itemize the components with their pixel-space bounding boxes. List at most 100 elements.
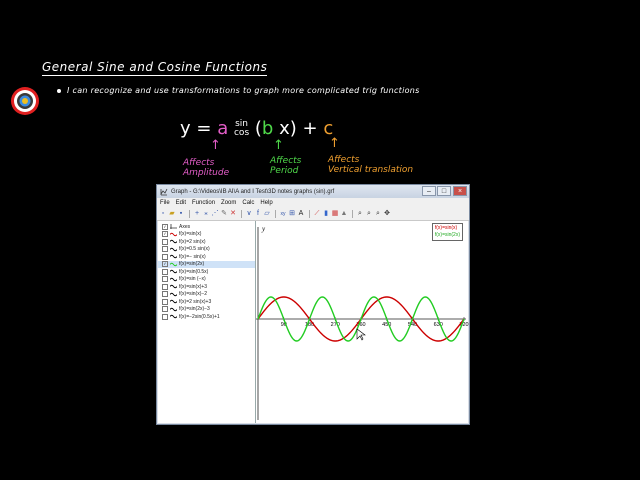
menu-zoom[interactable]: Zoom xyxy=(218,200,239,206)
note-b: Affects Period xyxy=(270,156,301,176)
function-checkbox[interactable]: ✓ xyxy=(162,223,168,230)
function-list-item[interactable]: f(x)=sin(x)−2 xyxy=(158,291,255,299)
function-label: f(x)=sin(2x)−3 xyxy=(179,306,210,313)
function-list-item[interactable]: f(x)=sin (−x) xyxy=(158,276,255,284)
note-a-line2: Amplitude xyxy=(183,168,230,178)
function-list-item[interactable]: f(x)=0.5 sin(x) xyxy=(158,246,255,254)
formula-a: a xyxy=(217,118,229,139)
note-b-line1: Affects xyxy=(270,156,302,166)
legend-item-sin-2x: f(x)=sin(2x) xyxy=(434,232,460,238)
target-icon xyxy=(11,87,39,115)
function-curve-icon xyxy=(170,262,177,266)
function-checkbox[interactable] xyxy=(162,306,168,313)
note-c-line2: Vertical translation xyxy=(328,165,414,175)
zoom-out-icon[interactable]: ⌕ xyxy=(365,210,373,218)
function-curve-icon xyxy=(170,232,177,236)
learning-target-bullet: I can recognize and use transformations … xyxy=(57,86,420,95)
zoom-fit-icon[interactable]: ⌕ xyxy=(374,210,382,218)
formula-plus: + xyxy=(302,118,318,139)
function-checkbox[interactable] xyxy=(162,283,168,290)
table-icon[interactable]: ▦ xyxy=(331,210,339,218)
edit-icon[interactable]: ✎ xyxy=(220,210,228,218)
toolbar-separator xyxy=(241,210,242,218)
function-list-item[interactable]: f(x)=−2sin(0.5x)+1 xyxy=(158,313,255,321)
open-folder-icon[interactable]: ▰ xyxy=(168,210,176,218)
function-curve-icon xyxy=(170,285,177,289)
new-file-icon[interactable]: ▫ xyxy=(159,210,167,218)
graph-canvas[interactable]: y90 180 270 360 450 540 630 720 xyxy=(256,221,470,424)
formula-close-paren: ) xyxy=(289,118,297,139)
menu-function[interactable]: Function xyxy=(189,200,218,206)
graph-area[interactable]: y 90 180 270 360 450 540 630 720 f(x)=sin(x) f(x… xyxy=(256,221,470,424)
graph-window: Graph - G:\Videos\IB AI\A and I Test\3D … xyxy=(156,184,470,425)
function-curve-icon xyxy=(170,270,177,274)
arrow-b-icon: ↑ xyxy=(273,138,284,153)
insert-shading-icon[interactable]: ⊞ xyxy=(288,210,296,218)
window-content: ✓ Axes ✓ f(x)=sin(x) f(x)=2 sin(x) f(x)=0.5 s… xyxy=(158,221,470,424)
function-checkbox[interactable] xyxy=(162,246,168,253)
maximize-button[interactable]: □ xyxy=(437,186,451,196)
function-checkbox[interactable] xyxy=(162,298,168,305)
close-button[interactable]: × xyxy=(453,186,467,196)
function-list-item[interactable]: f(x)=2 sin(x) xyxy=(158,238,255,246)
function-curve-icon xyxy=(170,292,177,296)
delete-icon[interactable]: ✕ xyxy=(229,210,237,218)
zoom-in-icon[interactable]: ⌕ xyxy=(356,210,364,218)
legend-item-sin-x: f(x)=sin(x) xyxy=(434,225,458,231)
trendline-icon[interactable]: ⟋ xyxy=(313,210,321,218)
relation-icon[interactable]: xy xyxy=(279,210,287,218)
insert-tangent-icon[interactable]: ⁎ xyxy=(202,210,210,218)
shade-icon[interactable]: ▲ xyxy=(340,210,348,218)
color-icon[interactable]: ▮ xyxy=(322,210,330,218)
menu-calc[interactable]: Calc xyxy=(239,200,257,206)
window-titlebar[interactable]: Graph - G:\Videos\IB AI\A and I Test\3D … xyxy=(157,185,469,198)
toolbar-separator xyxy=(189,210,190,218)
derivative-icon[interactable]: ∨ xyxy=(245,210,253,218)
function-label: f(x)=sin(x) xyxy=(179,231,202,238)
function-list-item[interactable]: f(x)=sin(2x)−3 xyxy=(158,306,255,314)
bullet-dot xyxy=(57,88,61,93)
function-list-item[interactable]: ✓ Axes xyxy=(158,223,255,231)
function-curve-icon xyxy=(170,277,177,281)
function-checkbox[interactable] xyxy=(162,238,168,245)
function-checkbox[interactable] xyxy=(162,253,168,260)
save-icon[interactable]: ▪ xyxy=(177,210,185,218)
insert-function-icon[interactable]: + xyxy=(193,210,201,218)
toolbar-separator xyxy=(352,210,353,218)
function-checkbox[interactable] xyxy=(162,268,168,275)
function-checkbox[interactable]: ✓ xyxy=(162,231,168,238)
function-curve-icon xyxy=(170,315,177,319)
minimize-button[interactable]: – xyxy=(422,186,436,196)
function-label: f(x)=2 sin(x)+3 xyxy=(179,298,212,305)
function-curve-icon xyxy=(170,300,177,304)
note-c: Affects Vertical translation xyxy=(328,155,413,175)
function-label: f(x)=2 sin(x) xyxy=(179,238,206,245)
menu-help[interactable]: Help xyxy=(257,200,275,206)
menu-edit[interactable]: Edit xyxy=(173,200,189,206)
function-list-item[interactable]: f(x)=− sin(x) xyxy=(158,253,255,261)
formula-x: x xyxy=(279,118,290,139)
function-list-item[interactable]: ✓ f(x)=sin(x) xyxy=(158,231,255,239)
toolbar-separator xyxy=(309,210,310,218)
function-list-item[interactable]: f(x)=sin(x)+3 xyxy=(158,283,255,291)
function-label: f(x)=sin(x)−2 xyxy=(179,291,208,298)
formula-cos: cos xyxy=(233,128,250,138)
arrow-a-icon: ↑ xyxy=(210,138,221,153)
general-formula: y = a sin cos (b x) + c xyxy=(180,118,333,139)
function-list-item[interactable]: f(x)=2 sin(x)+3 xyxy=(158,298,255,306)
function-checkbox[interactable] xyxy=(162,276,168,283)
function-checkbox[interactable]: ✓ xyxy=(162,261,168,268)
bullet-text: I can recognize and use transformations … xyxy=(67,86,420,95)
arrow-c-icon: ↑ xyxy=(329,136,340,151)
area-icon[interactable]: ▱ xyxy=(263,210,271,218)
evaluate-icon[interactable]: f xyxy=(254,210,262,218)
function-checkbox[interactable] xyxy=(162,291,168,298)
text-label-icon[interactable]: A xyxy=(297,210,305,218)
function-checkbox[interactable] xyxy=(162,313,168,320)
menu-file[interactable]: File xyxy=(157,200,173,206)
function-list-item[interactable]: ✓ f(x)=sin(2x) xyxy=(158,260,255,268)
move-icon[interactable]: ✥ xyxy=(383,210,391,218)
insert-point-series-icon[interactable]: ⋰ xyxy=(211,210,219,218)
formula-open-paren: ( xyxy=(254,118,262,139)
function-list-item[interactable]: f(x)=sin(0.5x) xyxy=(158,268,255,276)
